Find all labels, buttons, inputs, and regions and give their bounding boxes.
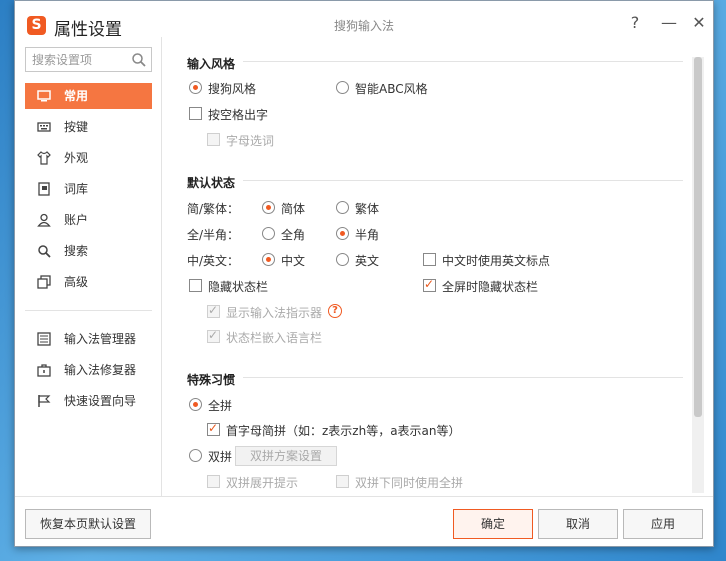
radio-full-width[interactable]	[262, 227, 275, 240]
sidebar-item-ime-repair[interactable]: 输入法修复器	[25, 357, 152, 383]
search-box[interactable]	[25, 47, 152, 72]
footer: 恢复本页默认设置 确定 取消 应用	[15, 496, 713, 546]
shuangpin-scheme-button[interactable]: 双拼方案设置	[235, 446, 338, 466]
label-simplified: 简体	[281, 202, 306, 216]
label-traditional: 繁体	[355, 202, 380, 216]
sidebar-item-account[interactable]: 账户	[25, 207, 152, 233]
radio-quanpin[interactable]	[189, 398, 202, 411]
check-shuangpin-use-quanpin[interactable]	[336, 475, 349, 488]
sidebar-item-ime-manager[interactable]: 输入法管理器	[25, 326, 152, 352]
cancel-button[interactable]: 取消	[538, 509, 618, 539]
keyboard-icon	[37, 122, 51, 132]
label-half-width: 半角	[355, 228, 380, 242]
section-divider	[243, 180, 683, 181]
label-hide-statusbar: 隐藏状态栏	[208, 280, 269, 294]
sidebar-item-label: 快速设置向导	[64, 394, 137, 408]
check-cn-use-en-punct[interactable]	[423, 253, 436, 266]
label-quanpin: 全拼	[208, 399, 233, 413]
check-shuangpin-expand-hint[interactable]	[207, 475, 220, 488]
sidebar-item-search[interactable]: 搜索	[25, 238, 152, 264]
radio-chinese[interactable]	[262, 253, 275, 266]
close-button[interactable]: ✕	[689, 13, 709, 33]
sidebar-item-label: 按键	[64, 120, 89, 134]
label-full-width: 全角	[281, 228, 306, 242]
ok-button[interactable]: 确定	[453, 509, 533, 539]
label-cn-use-en-punct: 中文时使用英文标点	[442, 254, 551, 268]
section-title-special-habits: 特殊习惯	[187, 373, 236, 387]
app-name: 搜狗输入法	[333, 19, 394, 33]
check-letter-select[interactable]	[207, 133, 220, 146]
sidebar-item-appearance[interactable]: 外观	[25, 145, 152, 171]
sidebar-item-label: 高级	[64, 275, 89, 289]
label-english: 英文	[355, 254, 380, 268]
label-embed-language-bar: 状态栏嵌入语言栏	[226, 331, 323, 345]
list-icon	[37, 332, 51, 346]
radio-half-width[interactable]	[336, 227, 349, 240]
section-title-input-style: 输入风格	[187, 57, 236, 71]
label-shuangpin-expand-hint: 双拼展开提示	[226, 476, 299, 490]
radio-shuangpin[interactable]	[189, 449, 202, 462]
section-divider	[243, 377, 683, 378]
check-space-output[interactable]	[189, 107, 202, 120]
toolbox-icon	[37, 364, 51, 377]
help-button[interactable]: ?	[625, 13, 645, 33]
label-cn-en: 中/英文：	[187, 254, 240, 268]
apply-button[interactable]: 应用	[623, 509, 703, 539]
label-shuangpin: 双拼	[208, 450, 233, 464]
help-question-icon[interactable]: ?	[328, 304, 342, 318]
radio-simplified[interactable]	[262, 201, 275, 214]
sidebar-item-common[interactable]: 常用	[25, 83, 152, 109]
sidebar-item-label: 账户	[64, 213, 89, 227]
label-space-output: 按空格出字	[208, 108, 269, 122]
minimize-button[interactable]: —	[659, 13, 679, 33]
label-show-indicator: 显示输入法指示器	[226, 306, 323, 320]
radio-abc-style[interactable]	[336, 81, 349, 94]
label-initial-abbrev: 首字母简拼（如：z表示zh等，a表示an等）	[226, 424, 461, 438]
sidebar-item-quick-wizard[interactable]: 快速设置向导	[25, 388, 152, 414]
radio-english[interactable]	[336, 253, 349, 266]
label-shuangpin-use-quanpin: 双拼下同时使用全拼	[355, 476, 464, 490]
radio-traditional[interactable]	[336, 201, 349, 214]
label-width: 全/半角：	[187, 228, 240, 242]
label-fullscreen-hide-statusbar: 全屏时隐藏状态栏	[442, 280, 539, 294]
sidebar-item-label: 输入法管理器	[64, 332, 137, 346]
sidebar-item-label: 输入法修复器	[64, 363, 137, 377]
sidebar-divider	[25, 310, 152, 311]
search-icon[interactable]	[131, 52, 147, 68]
check-fullscreen-hide-statusbar[interactable]	[423, 277, 436, 292]
book-icon	[38, 182, 50, 196]
label-simp-trad: 简/繁体：	[187, 202, 240, 216]
section-title-default-state: 默认状态	[187, 176, 236, 190]
label-abc-style: 智能ABC风格	[355, 82, 428, 96]
sidebar-item-label: 常用	[64, 89, 89, 103]
scrollbar[interactable]	[692, 57, 704, 493]
label-letter-select: 字母选词	[226, 134, 275, 148]
label-chinese: 中文	[281, 254, 306, 268]
settings-window: S 属性设置 搜狗输入法 ? — ✕ 常用	[14, 0, 714, 547]
check-show-indicator[interactable]	[207, 303, 220, 318]
settings-content: 输入风格 搜狗风格 智能ABC风格 按空格出字 字母选词 默认状态 简/繁体： …	[163, 37, 713, 496]
sidebar-item-label: 搜索	[64, 244, 89, 258]
flag-icon	[38, 395, 51, 407]
search-input[interactable]	[26, 48, 126, 71]
radio-sogou-style[interactable]	[189, 81, 202, 94]
advanced-icon	[37, 275, 51, 289]
check-embed-language-bar[interactable]	[207, 328, 220, 343]
sidebar-item-label: 外观	[64, 151, 89, 165]
monitor-icon	[37, 90, 51, 102]
check-initial-abbrev[interactable]	[207, 421, 220, 436]
sidebar-item-keys[interactable]: 按键	[25, 114, 152, 140]
label-sogou-style: 搜狗风格	[208, 82, 257, 96]
shirt-icon	[37, 151, 51, 165]
check-hide-statusbar[interactable]	[189, 279, 202, 292]
sidebar-item-advanced[interactable]: 高级	[25, 269, 152, 295]
scrollbar-thumb[interactable]	[694, 57, 702, 417]
sidebar: 常用 按键 外观 词库	[15, 37, 162, 496]
sidebar-item-lexicon[interactable]: 词库	[25, 176, 152, 202]
sidebar-item-label: 词库	[64, 182, 89, 196]
restore-default-button[interactable]: 恢复本页默认设置	[25, 509, 151, 539]
user-icon	[37, 213, 51, 227]
section-divider	[243, 61, 683, 62]
search-icon	[38, 245, 51, 258]
